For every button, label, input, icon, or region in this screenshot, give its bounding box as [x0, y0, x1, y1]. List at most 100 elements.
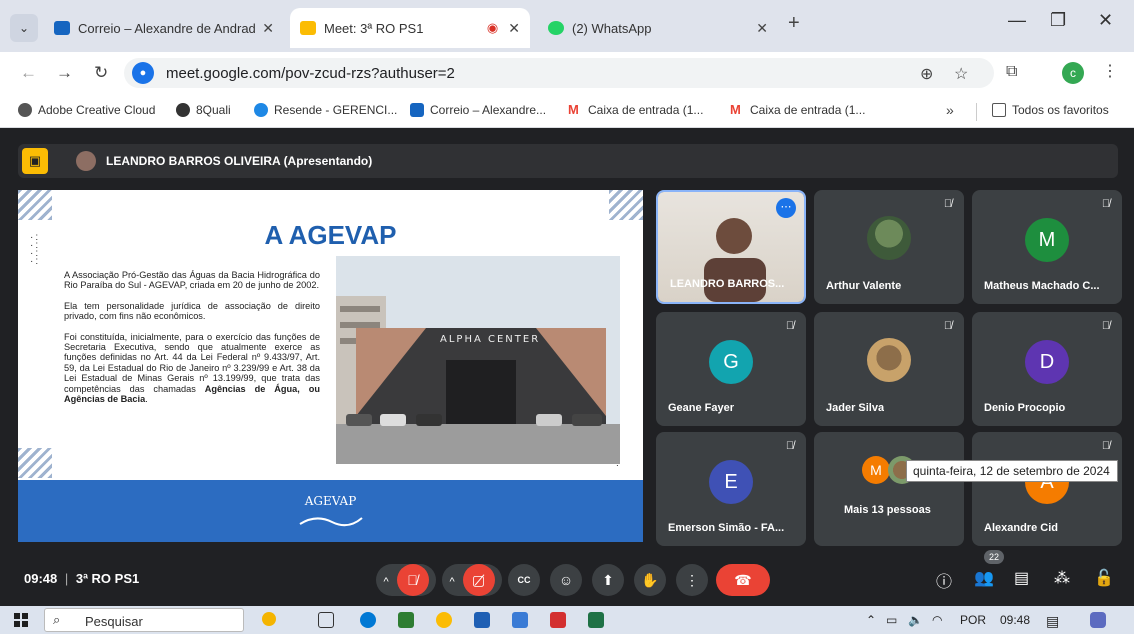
chat-icon[interactable]: ▤	[1014, 568, 1029, 588]
zoom-icon[interactable]: ⊕	[920, 64, 933, 84]
forward-arrow-icon[interactable]: →	[56, 63, 73, 83]
participant-tile[interactable]: 🎙̸ G Geane Fayer	[656, 312, 806, 426]
camera-button[interactable]: ^ ▢̸	[442, 564, 502, 596]
decoration	[18, 448, 52, 478]
people-icon[interactable]: 👥	[974, 568, 994, 588]
volume-icon[interactable]: 🔈	[908, 613, 923, 627]
more-options-icon[interactable]: ⋮	[676, 564, 708, 596]
bookmark-correio[interactable]: Correio – Alexandre...	[410, 103, 546, 117]
restore-icon[interactable]: ❐	[1050, 10, 1066, 31]
tab-label: Correio – Alexandre de Andrad	[78, 20, 256, 36]
acrobat-icon[interactable]	[550, 612, 566, 628]
task-view-icon[interactable]	[318, 612, 334, 628]
participant-name: Geane Fayer	[668, 402, 735, 414]
close-icon[interactable]: ✕	[262, 20, 274, 37]
mic-button[interactable]: ^ 🎙̸	[376, 564, 436, 596]
taskbar-clock[interactable]: 09:48	[1000, 613, 1030, 627]
camera-off-icon[interactable]: ▢̸	[462, 564, 495, 596]
copilot-icon[interactable]	[262, 612, 276, 626]
participant-tile[interactable]: 🎙̸ E Emerson Simão - FA...	[656, 432, 806, 546]
mic-off-icon[interactable]: 🎙̸	[396, 564, 429, 596]
bookmark-adobe[interactable]: Adobe Creative Cloud	[18, 103, 155, 117]
bookmark-star-icon[interactable]: ☆	[954, 64, 968, 84]
close-icon[interactable]: ✕	[756, 20, 768, 37]
slide-paragraph: A Associação Pró-Gestão das Águas da Bac…	[64, 270, 320, 291]
participant-tile[interactable]: 🎙̸ D Denio Procopio	[972, 312, 1122, 426]
bookmark-gmail-2[interactable]: M Caixa de entrada (1...	[730, 102, 865, 118]
host-controls-lock-icon[interactable]: 🔓	[1094, 568, 1114, 588]
divider	[976, 103, 977, 121]
chevron-up-icon[interactable]: ^	[449, 576, 454, 588]
search-icon: ⌕	[53, 612, 61, 627]
notifications-icon[interactable]: ▤	[1046, 613, 1059, 630]
participant-tile[interactable]: 🎙̸ Arthur Valente	[814, 190, 964, 304]
wifi-icon[interactable]: ◠	[932, 613, 942, 627]
tab-meet[interactable]: Meet: 3ª RO PS1 ◉ ✕	[290, 8, 530, 48]
language-indicator[interactable]: POR	[960, 613, 986, 627]
participant-group-tile[interactable]: M Mais 13 pessoas	[814, 432, 964, 546]
chevron-up-icon[interactable]: ^	[383, 576, 388, 588]
tab-correio[interactable]: Correio – Alexandre de Andrad ✕	[44, 8, 284, 48]
new-tab-plus-icon[interactable]: +	[788, 12, 800, 35]
wave-logo-icon	[299, 517, 363, 527]
more-options-icon[interactable]: ⋯	[776, 198, 796, 218]
taskbar-search-input[interactable]: ⌕ Pesquisar	[44, 608, 244, 632]
battery-icon[interactable]: ▭	[886, 613, 897, 627]
tray-overflow-icon[interactable]: ⌃	[866, 613, 876, 627]
edge-icon[interactable]	[360, 612, 376, 628]
site-info-icon[interactable]: ●	[132, 62, 154, 84]
tab-search-chevron-icon[interactable]: ⌄	[10, 14, 38, 42]
decoration	[18, 190, 52, 220]
emoji-icon[interactable]: ☺	[550, 564, 582, 596]
mic-off-icon: 🎙̸	[1101, 198, 1111, 210]
all-bookmarks-button[interactable]: Todos os favoritos	[992, 103, 1109, 117]
avatar	[867, 216, 911, 260]
avatar: G	[709, 340, 753, 384]
participant-name: Jader Silva	[826, 402, 885, 414]
close-icon[interactable]: ✕	[508, 20, 520, 37]
meet-stage: ▣ LEANDRO BARROS OLIVEIRA (Apresentando)…	[0, 128, 1134, 606]
present-screen-icon[interactable]: ▣	[22, 148, 48, 174]
present-icon[interactable]: ⬆	[592, 564, 624, 596]
chrome-icon[interactable]	[436, 612, 452, 628]
activities-icon[interactable]: ⁂	[1054, 568, 1070, 588]
outlook-icon	[54, 21, 70, 35]
bookmark-label: Resende - GERENCI...	[274, 103, 398, 117]
participant-tile[interactable]: 🎙̸ A Alexandre Cid	[972, 432, 1122, 546]
extensions-icon[interactable]: ⧉	[1006, 63, 1017, 81]
file-explorer-icon[interactable]	[512, 612, 528, 628]
tab-whatsapp[interactable]: (2) WhatsApp ✕	[538, 8, 778, 48]
leave-call-button[interactable]: ☎	[716, 564, 770, 596]
adobe-icon	[18, 103, 32, 117]
bookmark-8quali[interactable]: 8Quali	[176, 103, 231, 117]
tab-label: Meet: 3ª RO PS1	[324, 20, 424, 36]
store-icon[interactable]	[398, 612, 414, 628]
profile-avatar[interactable]: c	[1062, 62, 1084, 84]
bookmark-resende[interactable]: Resende - GERENCI...	[254, 103, 397, 117]
windows-start-icon[interactable]	[14, 613, 28, 627]
bookmark-label: 8Quali	[196, 103, 231, 117]
presenter-bar: ▣ LEANDRO BARROS OLIVEIRA (Apresentando)	[18, 144, 1118, 178]
participant-tile[interactable]: ⋯ LEANDRO BARROS...	[656, 190, 806, 304]
gmail-icon: M	[730, 102, 741, 117]
bookmarks-overflow-button[interactable]: »	[946, 102, 954, 118]
url-text[interactable]: meet.google.com/pov-zcud-rzs?authuser=2	[166, 65, 455, 82]
meet-icon	[300, 21, 316, 35]
participant-tile[interactable]: 🎙̸ M Matheus Machado C...	[972, 190, 1122, 304]
captions-button[interactable]: CC	[508, 564, 540, 596]
meeting-details-icon[interactable]: ⓘ	[936, 568, 952, 592]
raise-hand-icon[interactable]: ✋	[634, 564, 666, 596]
minimize-icon[interactable]: —	[1008, 10, 1026, 31]
omnibox[interactable]: ● meet.google.com/pov-zcud-rzs?authuser=…	[124, 58, 994, 88]
reload-icon[interactable]: ↻	[94, 63, 108, 83]
browser-menu-icon[interactable]: ⋮	[1102, 61, 1118, 81]
word-icon[interactable]	[474, 612, 490, 628]
weather-widget-icon[interactable]	[1090, 612, 1106, 628]
participant-tile[interactable]: 🎙̸ Jader Silva	[814, 312, 964, 426]
avatar	[76, 151, 96, 171]
window-close-icon[interactable]: ✕	[1098, 10, 1113, 31]
bookmark-gmail-1[interactable]: M Caixa de entrada (1...	[568, 103, 703, 118]
building-sign: ALPHA CENTER	[440, 334, 541, 345]
back-arrow-icon[interactable]: ←	[20, 63, 37, 83]
excel-icon[interactable]	[588, 612, 604, 628]
